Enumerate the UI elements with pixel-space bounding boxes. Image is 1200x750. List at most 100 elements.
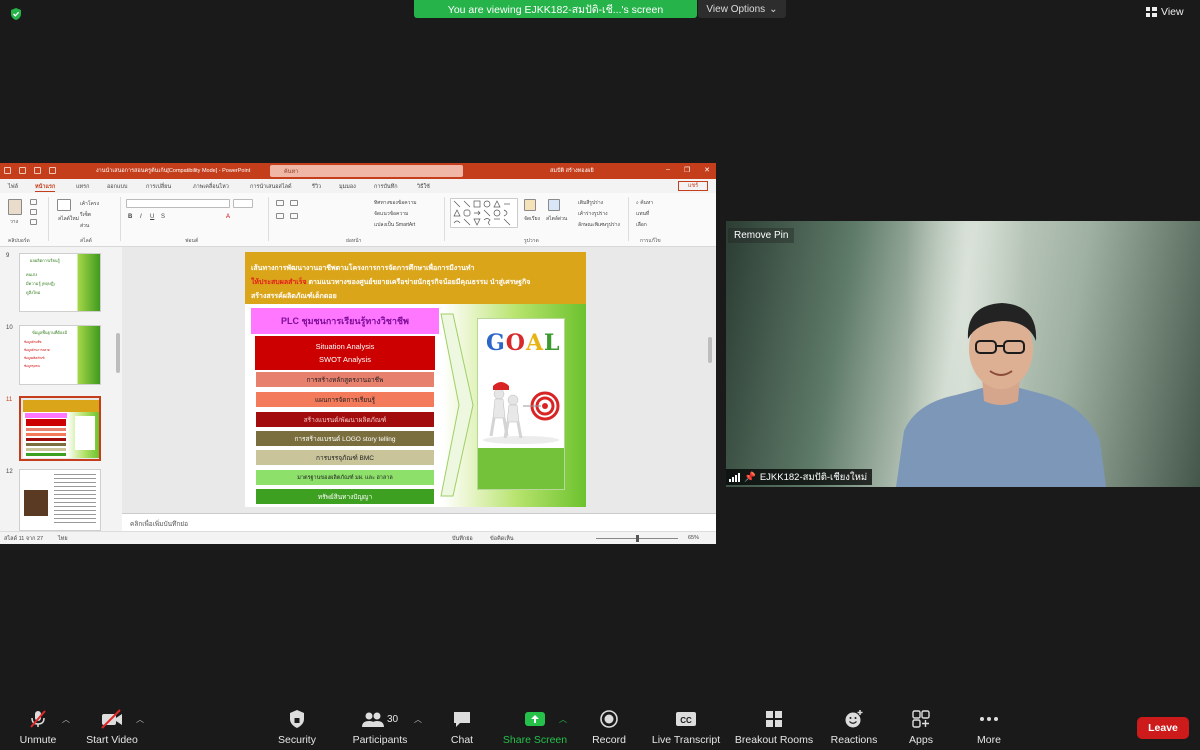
chat-icon [452, 709, 472, 729]
align-text-button[interactable]: จัดแนวข้อความ [374, 210, 408, 218]
tab-animations[interactable]: ภาพเคลื่อนไหว [193, 183, 229, 191]
leave-meeting-button[interactable]: Leave [1137, 717, 1189, 739]
tab-view[interactable]: มุมมอง [339, 183, 356, 191]
select-button[interactable]: เลือก [636, 221, 647, 229]
participant-video-tile[interactable] [726, 221, 1200, 487]
replace-button[interactable]: แทนที่ [636, 210, 649, 218]
layout-button[interactable]: เค้าโครง [80, 200, 99, 208]
swot-line1: Situation Analysis [315, 342, 375, 351]
chat-button[interactable]: Chat [446, 709, 478, 749]
goal-letter: L [544, 330, 561, 356]
shape-fill-button[interactable]: เติมสีรูปร่าง [578, 199, 603, 207]
shape-outline-button[interactable]: เค้าร่างรูปร่าง [578, 210, 608, 218]
bold-button[interactable]: B [128, 214, 132, 220]
reset-button[interactable]: รีเซ็ต [80, 211, 91, 219]
slide-thumbnail-10[interactable]: ข้อมูลพื้นฐานที่ต้องมี ข้อมูลด้านพืช ข้อ… [19, 325, 101, 385]
ribbon-separator [268, 197, 269, 241]
slide-thumbnail-pane: 9 ผลผลิตการเรียนรู้ คนเก่ง มีความรู้ (ทฤ… [0, 247, 122, 531]
view-options-label: View Options [706, 3, 766, 15]
close-icon[interactable]: ✕ [704, 166, 710, 174]
more-button[interactable]: More [972, 709, 1006, 749]
zoom-slider-thumb[interactable] [636, 535, 639, 542]
ppt-user-name[interactable]: สมปัติ สร้างทองผยิ [550, 167, 594, 175]
shapes-gallery[interactable] [450, 198, 518, 228]
section-button[interactable]: ส่วน [80, 222, 89, 230]
reactions-button[interactable]: Reactions [828, 709, 880, 749]
audio-options-caret[interactable]: ︿ [62, 714, 70, 725]
quick-access-toolbar [4, 167, 56, 174]
remove-pin-button[interactable]: Remove Pin [728, 228, 795, 243]
save-icon[interactable] [4, 167, 11, 174]
align-left-icon[interactable] [276, 213, 284, 219]
editor-scrollbar[interactable] [708, 337, 712, 363]
ppt-search-box[interactable]: ค้นหา [270, 165, 463, 177]
participants-caret[interactable]: ︿ [414, 714, 422, 725]
view-button[interactable]: View [1146, 6, 1184, 18]
font-color-button[interactable]: A [226, 214, 230, 220]
restore-icon[interactable]: ❐ [684, 166, 690, 174]
slide-thumbnail-12[interactable] [19, 469, 101, 531]
apps-button[interactable]: Apps [904, 709, 938, 749]
arrange-icon[interactable] [524, 199, 536, 211]
security-button[interactable]: Security [276, 709, 318, 749]
slide-thumbnail-9[interactable]: ผลผลิตการเรียนรู้ คนเก่ง มีความรู้ (ทฤษฎ… [19, 253, 101, 312]
text-direction-button[interactable]: ทิศทางของข้อความ [374, 199, 417, 207]
numbering-icon[interactable] [290, 200, 298, 206]
breakout-rooms-button[interactable]: Breakout Rooms [734, 709, 814, 749]
unmute-button[interactable]: Unmute [18, 709, 58, 749]
ppt-share-button[interactable]: แชร์ [678, 181, 708, 191]
zoom-level[interactable]: 65% [688, 535, 699, 541]
grid-view-icon [1146, 7, 1157, 17]
live-transcript-button[interactable]: CC Live Transcript [650, 709, 722, 749]
font-name-dropdown[interactable] [126, 199, 230, 208]
undo-icon[interactable] [19, 167, 26, 174]
redo-icon[interactable] [34, 167, 41, 174]
encryption-shield-icon[interactable] [9, 7, 23, 21]
tab-recording[interactable]: การบันทึก [374, 183, 398, 191]
record-button[interactable]: Record [590, 709, 628, 749]
tab-transitions[interactable]: การเปลี่ยน [146, 183, 171, 191]
italic-button[interactable]: I [140, 214, 142, 220]
comments-toggle[interactable]: ข้อคิดเห็น [490, 535, 514, 543]
window-controls: – ❐ ✕ [666, 166, 710, 174]
new-slide-icon[interactable] [57, 199, 71, 211]
cut-icon[interactable] [30, 199, 37, 205]
tab-file[interactable]: ไฟล์ [8, 183, 18, 191]
tab-review[interactable]: รีวิว [312, 183, 321, 191]
start-video-button[interactable]: Start Video [84, 709, 140, 749]
shadow-button[interactable]: S [161, 214, 165, 220]
align-center-icon[interactable] [290, 213, 298, 219]
bullets-icon[interactable] [276, 200, 284, 206]
shape-effects-button[interactable]: ลักษณะพิเศษรูปร่าง [578, 221, 620, 229]
notes-pane[interactable]: คลิกเพื่อเพิ่มบันทึกย่อ [122, 513, 716, 531]
notes-toggle[interactable]: บันทึกย่อ [452, 535, 473, 543]
format-painter-icon[interactable] [30, 219, 37, 225]
tab-insert[interactable]: แทรก [76, 183, 89, 191]
participants-button[interactable]: 30 Participants [350, 709, 410, 749]
view-options-button[interactable]: View Options ⌄ [698, 0, 786, 18]
paste-icon[interactable] [8, 199, 22, 215]
font-size-dropdown[interactable] [233, 199, 253, 208]
arrange-label: จัดเรียง [524, 216, 540, 222]
find-button[interactable]: ⌕ ค้นหา [636, 199, 653, 207]
video-options-caret[interactable]: ︿ [136, 714, 144, 725]
slide-thumbnail-11-selected[interactable] [19, 396, 101, 461]
tab-slideshow[interactable]: การนำเสนอสไลด์ [250, 183, 292, 191]
tab-design[interactable]: ออกแบบ [107, 183, 127, 191]
minimize-icon[interactable]: – [666, 166, 670, 174]
breakout-rooms-icon [765, 709, 783, 729]
quick-styles-icon[interactable] [548, 199, 560, 211]
thumbnail-line: ข้อมูลด้านการตลาด [24, 348, 50, 352]
thumbnail-scrollbar[interactable] [116, 333, 120, 373]
present-icon[interactable] [49, 167, 56, 174]
smartart-button[interactable]: แปลงเป็น SmartArt [374, 221, 415, 229]
underline-button[interactable]: U [150, 214, 154, 220]
thumbnail-number: 12 [6, 469, 13, 475]
share-screen-caret[interactable]: ︿ [559, 714, 567, 725]
group-slides: สไลด์ [80, 238, 92, 244]
copy-icon[interactable] [30, 209, 37, 215]
thumbnail-number: 10 [6, 325, 13, 331]
tab-help[interactable]: วิธีใช้ [417, 183, 430, 191]
security-label: Security [278, 734, 316, 746]
tab-home[interactable]: หน้าแรก [35, 183, 56, 192]
